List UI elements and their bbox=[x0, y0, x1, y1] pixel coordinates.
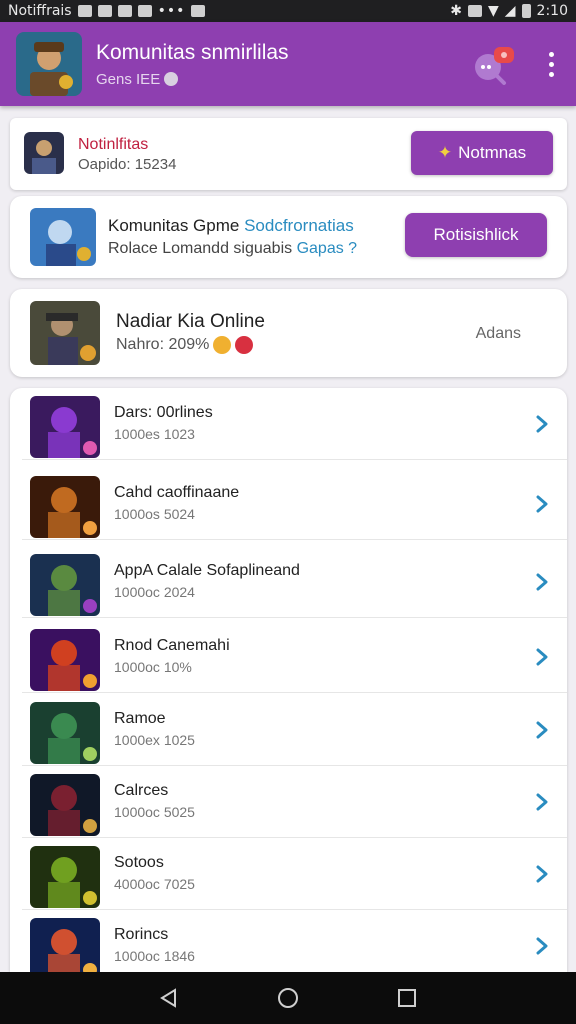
sparkle-icon: ✦ bbox=[437, 143, 453, 162]
notifications-title: Notinlfitas bbox=[78, 136, 149, 153]
game-title: Dars: 00rlines bbox=[114, 404, 213, 421]
game-title: Rorincs bbox=[114, 926, 169, 943]
chat-button[interactable] bbox=[470, 41, 516, 87]
list-item[interactable]: Ramoe 1000ex 1025 bbox=[22, 694, 567, 766]
status-notification-text: Notiffrais bbox=[8, 3, 72, 19]
list-item[interactable]: Sotoos 4000oc 7025 bbox=[22, 838, 567, 910]
game-subtitle: 1000ex 1025 bbox=[114, 732, 195, 748]
notifications-subtitle: Oapido: 15234 bbox=[78, 156, 177, 173]
chevron-right-icon bbox=[536, 495, 548, 513]
bluetooth-icon: ✱ bbox=[450, 3, 462, 19]
list-item[interactable]: Rnod Canemahi 1000oc 10% bbox=[22, 621, 567, 693]
community-game-card: Komunitas Gpme Sodcfrornatias Rolace Lom… bbox=[10, 196, 567, 278]
notification-icon bbox=[77, 5, 92, 17]
globe-icon bbox=[164, 72, 179, 86]
location-icon bbox=[137, 5, 152, 17]
game-title: Calrces bbox=[114, 782, 169, 799]
chevron-right-icon bbox=[536, 865, 548, 883]
game-thumbnail bbox=[30, 476, 100, 538]
game-subtitle: 1000oc 1846 bbox=[114, 948, 195, 964]
community-game-subtitle: Rolace Lomandd siguabis Gapas ? bbox=[108, 240, 357, 258]
signal-icon: ◢ bbox=[504, 3, 516, 19]
featured-game-subtitle: Nahro: 209% bbox=[116, 336, 254, 354]
game-subtitle: 1000es 1023 bbox=[114, 426, 195, 442]
notifications-card: Notinlfitas Oapido: 15234 ✦ Notmnas bbox=[10, 118, 567, 190]
more-options-button[interactable] bbox=[540, 44, 562, 84]
featured-game-thumbnail bbox=[30, 301, 100, 365]
game-thumbnail bbox=[30, 702, 100, 764]
list-item[interactable]: Calrces 1000oc 5025 bbox=[22, 766, 567, 838]
game-thumbnail bbox=[30, 774, 100, 836]
featured-game-stat: Nahro: 209% bbox=[116, 336, 210, 353]
back-icon[interactable] bbox=[158, 987, 180, 1009]
featured-game-action[interactable]: Adans bbox=[476, 325, 521, 343]
smile-icon bbox=[213, 336, 232, 354]
list-item[interactable]: AppA Calale Sofaplineand 1000oc 2024 bbox=[22, 546, 567, 618]
game-thumbnail bbox=[30, 396, 100, 458]
game-title: Rnod Canemahi bbox=[114, 637, 230, 654]
wifi-icon: ▼ bbox=[487, 3, 499, 19]
game-thumbnail bbox=[30, 918, 100, 980]
notifications-button-label: Notmnas bbox=[458, 143, 527, 162]
game-subtitle: 1000oc 2024 bbox=[114, 584, 195, 600]
chat-search-icon bbox=[475, 47, 514, 85]
game-title: Cahd caoffinaane bbox=[114, 484, 240, 501]
chevron-right-icon bbox=[536, 648, 548, 666]
featured-game-title: Nadiar Kia Online bbox=[116, 311, 265, 332]
community-game-title-link[interactable]: Sodcfrornatias bbox=[244, 216, 354, 235]
community-avatar[interactable] bbox=[16, 32, 82, 96]
list-item[interactable]: Cahd caoffinaane 1000os 5024 bbox=[22, 468, 567, 540]
game-thumbnail bbox=[30, 554, 100, 616]
game-title: Ramoe bbox=[114, 710, 166, 727]
community-game-title-main: Komunitas Gpme bbox=[108, 216, 240, 235]
status-time: 2:10 bbox=[536, 3, 568, 19]
status-bar: Notiffrais ••• ✱ ▼ ◢ 2:10 bbox=[0, 0, 576, 22]
chevron-right-icon bbox=[536, 573, 548, 591]
alarm-icon bbox=[467, 5, 482, 17]
recents-icon[interactable] bbox=[396, 987, 418, 1009]
notifications-thumbnail bbox=[24, 132, 64, 174]
page-subtitle: Gens IEE bbox=[96, 71, 470, 88]
chevron-right-icon bbox=[536, 793, 548, 811]
game-title: Sotoos bbox=[114, 854, 164, 871]
community-game-thumbnail bbox=[30, 208, 96, 266]
game-thumbnail bbox=[30, 846, 100, 908]
game-subtitle: 1000os 5024 bbox=[114, 506, 195, 522]
game-subtitle: 4000oc 7025 bbox=[114, 876, 195, 892]
navigation-bar bbox=[0, 972, 576, 1024]
game-icon bbox=[117, 5, 132, 17]
game-subtitle: 1000oc 5025 bbox=[114, 804, 195, 820]
more-notifications-icon: ••• bbox=[157, 3, 186, 19]
home-icon[interactable] bbox=[276, 986, 300, 1010]
community-game-title: Komunitas Gpme Sodcfrornatias bbox=[108, 216, 354, 236]
check-icon bbox=[191, 5, 206, 17]
community-game-subtitle-main: Rolace Lomandd siguabis bbox=[108, 240, 293, 257]
community-game-button[interactable]: Rotisishlick bbox=[405, 213, 547, 257]
page-title: Komunitas snmirlilas bbox=[96, 40, 289, 64]
battery-icon bbox=[521, 4, 531, 18]
game-title: AppA Calale Sofaplineand bbox=[114, 562, 300, 579]
page-subtitle-text: Gens IEE bbox=[96, 70, 161, 88]
chevron-right-icon bbox=[536, 937, 548, 955]
app-bar: Komunitas snmirlilas Gens IEE bbox=[0, 22, 576, 106]
game-list: Dars: 00rlines 1000es 1023 Cahd caoffinaan… bbox=[10, 388, 567, 982]
heart-icon bbox=[235, 336, 254, 354]
chevron-right-icon bbox=[536, 415, 548, 433]
image-icon bbox=[97, 5, 112, 17]
list-item[interactable]: Dars: 00rlines 1000es 1023 bbox=[22, 388, 567, 460]
chevron-right-icon bbox=[536, 721, 548, 739]
game-thumbnail bbox=[30, 629, 100, 691]
featured-game-card[interactable]: Nadiar Kia Online Nahro: 209% Adans bbox=[10, 289, 567, 377]
game-subtitle: 1000oc 10% bbox=[114, 659, 192, 675]
notifications-button[interactable]: ✦ Notmnas bbox=[411, 131, 553, 175]
community-game-subtitle-link[interactable]: Gapas ? bbox=[297, 240, 357, 257]
